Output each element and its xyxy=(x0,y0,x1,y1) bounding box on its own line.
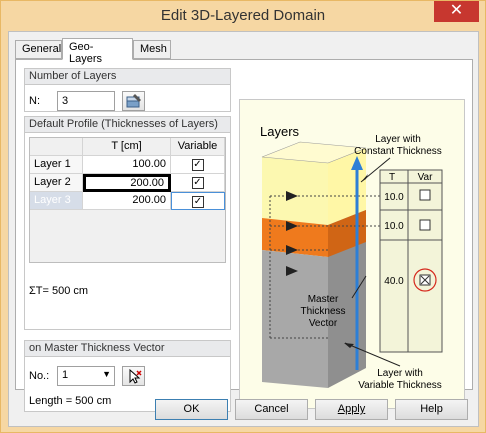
row-label: Layer 1 xyxy=(30,156,83,174)
pick-cursor-icon xyxy=(129,368,142,384)
cancel-button[interactable]: Cancel xyxy=(235,399,308,420)
label-constant-line1: Layer with xyxy=(375,134,421,145)
geo-layers-panel: Number of Layers N: Default Profile (Thi… xyxy=(15,59,473,412)
col-variable-header: Variable xyxy=(171,138,225,156)
illustration-title: Layers xyxy=(260,124,300,139)
thickness-sum: ΣT= 500 cm xyxy=(29,285,89,297)
label-master-line2: Thickness xyxy=(300,306,345,317)
value-layer-3: 40.0 xyxy=(384,276,404,287)
tab-geo-layers[interactable]: Geo-Layers xyxy=(62,38,133,65)
number-of-layers-group: Number of Layers N: xyxy=(24,68,231,112)
thickness-cell-selected[interactable]: 200.00 xyxy=(83,174,171,192)
vector-length: Length = 500 cm xyxy=(29,395,112,407)
close-button[interactable]: ✕ xyxy=(434,1,479,22)
number-of-layers-header: Number of Layers xyxy=(25,69,230,85)
label-variable-line2: Variable Thickness xyxy=(358,380,442,391)
layers-illustration: Layers Layer with Constant Thickness T V… xyxy=(239,99,465,409)
variable-cell[interactable]: ✓ xyxy=(171,156,225,174)
label-master-line1: Master xyxy=(308,294,339,305)
label-constant-line2: Constant Thickness xyxy=(354,146,442,157)
tab-mesh[interactable]: Mesh xyxy=(133,40,171,59)
no-label: No.: xyxy=(29,370,50,382)
row-label: Layer 2 xyxy=(30,174,83,192)
row-label: Layer 3 xyxy=(30,192,83,210)
table-row: Layer 1 100.00 ✓ xyxy=(30,156,225,174)
table-header-row: T [cm] Variable xyxy=(30,138,225,156)
variable-cell[interactable]: ✓ xyxy=(171,174,225,192)
variable-checkbox[interactable]: ✓ xyxy=(191,159,204,171)
apply-button[interactable]: Apply xyxy=(315,399,388,420)
variable-checkbox[interactable]: ✓ xyxy=(192,196,204,208)
pick-vector-button[interactable] xyxy=(122,366,145,386)
ok-button[interactable]: OK xyxy=(155,399,228,420)
help-button[interactable]: Help xyxy=(395,399,468,420)
table-row: Layer 3 200.00 ✓ xyxy=(30,192,225,210)
variable-cell[interactable]: ✓ xyxy=(171,192,225,210)
dialog-client: General Geo-Layers Mesh Number of Layers… xyxy=(8,31,479,427)
thickness-cell[interactable]: 200.00 xyxy=(83,192,171,210)
col-var-label: Var xyxy=(418,172,433,183)
value-layer-1: 10.0 xyxy=(384,192,404,203)
vector-number-value: 1 xyxy=(62,369,69,381)
edit-layers-button[interactable] xyxy=(122,91,145,111)
table-corner xyxy=(30,138,83,156)
title-bar: Edit 3D-Layered Domain ✕ xyxy=(1,1,485,31)
master-vector-header: on Master Thickness Vector xyxy=(25,341,230,357)
dialog-window: Edit 3D-Layered Domain ✕ General Geo-Lay… xyxy=(0,0,486,433)
label-variable-line1: Layer with xyxy=(377,368,423,379)
label-master-line3: Vector xyxy=(309,318,338,329)
thickness-cell[interactable]: 100.00 xyxy=(83,156,171,174)
layers-table: T [cm] Variable Layer 1 100.00 ✓ Layer 2… xyxy=(29,137,226,263)
edit-layers-icon xyxy=(126,94,141,108)
col-t-label: T xyxy=(389,172,395,183)
table-row: Layer 2 200.00 ✓ xyxy=(30,174,225,192)
tab-general[interactable]: General xyxy=(15,40,62,59)
layer-count-input[interactable] xyxy=(57,91,115,111)
default-profile-header: Default Profile (Thicknesses of Layers) xyxy=(25,117,230,133)
vector-number-select[interactable]: 1 ▼ xyxy=(57,366,115,386)
col-thickness-header: T [cm] xyxy=(83,138,171,156)
n-label: N: xyxy=(29,95,40,107)
value-layer-2: 10.0 xyxy=(384,221,404,232)
default-profile-group: Default Profile (Thicknesses of Layers) … xyxy=(24,116,231,330)
variable-checkbox[interactable]: ✓ xyxy=(191,177,204,189)
window-title: Edit 3D-Layered Domain xyxy=(160,7,326,24)
illustration-diagram: Layers Layer with Constant Thickness T V… xyxy=(240,100,464,408)
chevron-down-icon: ▼ xyxy=(102,369,111,379)
